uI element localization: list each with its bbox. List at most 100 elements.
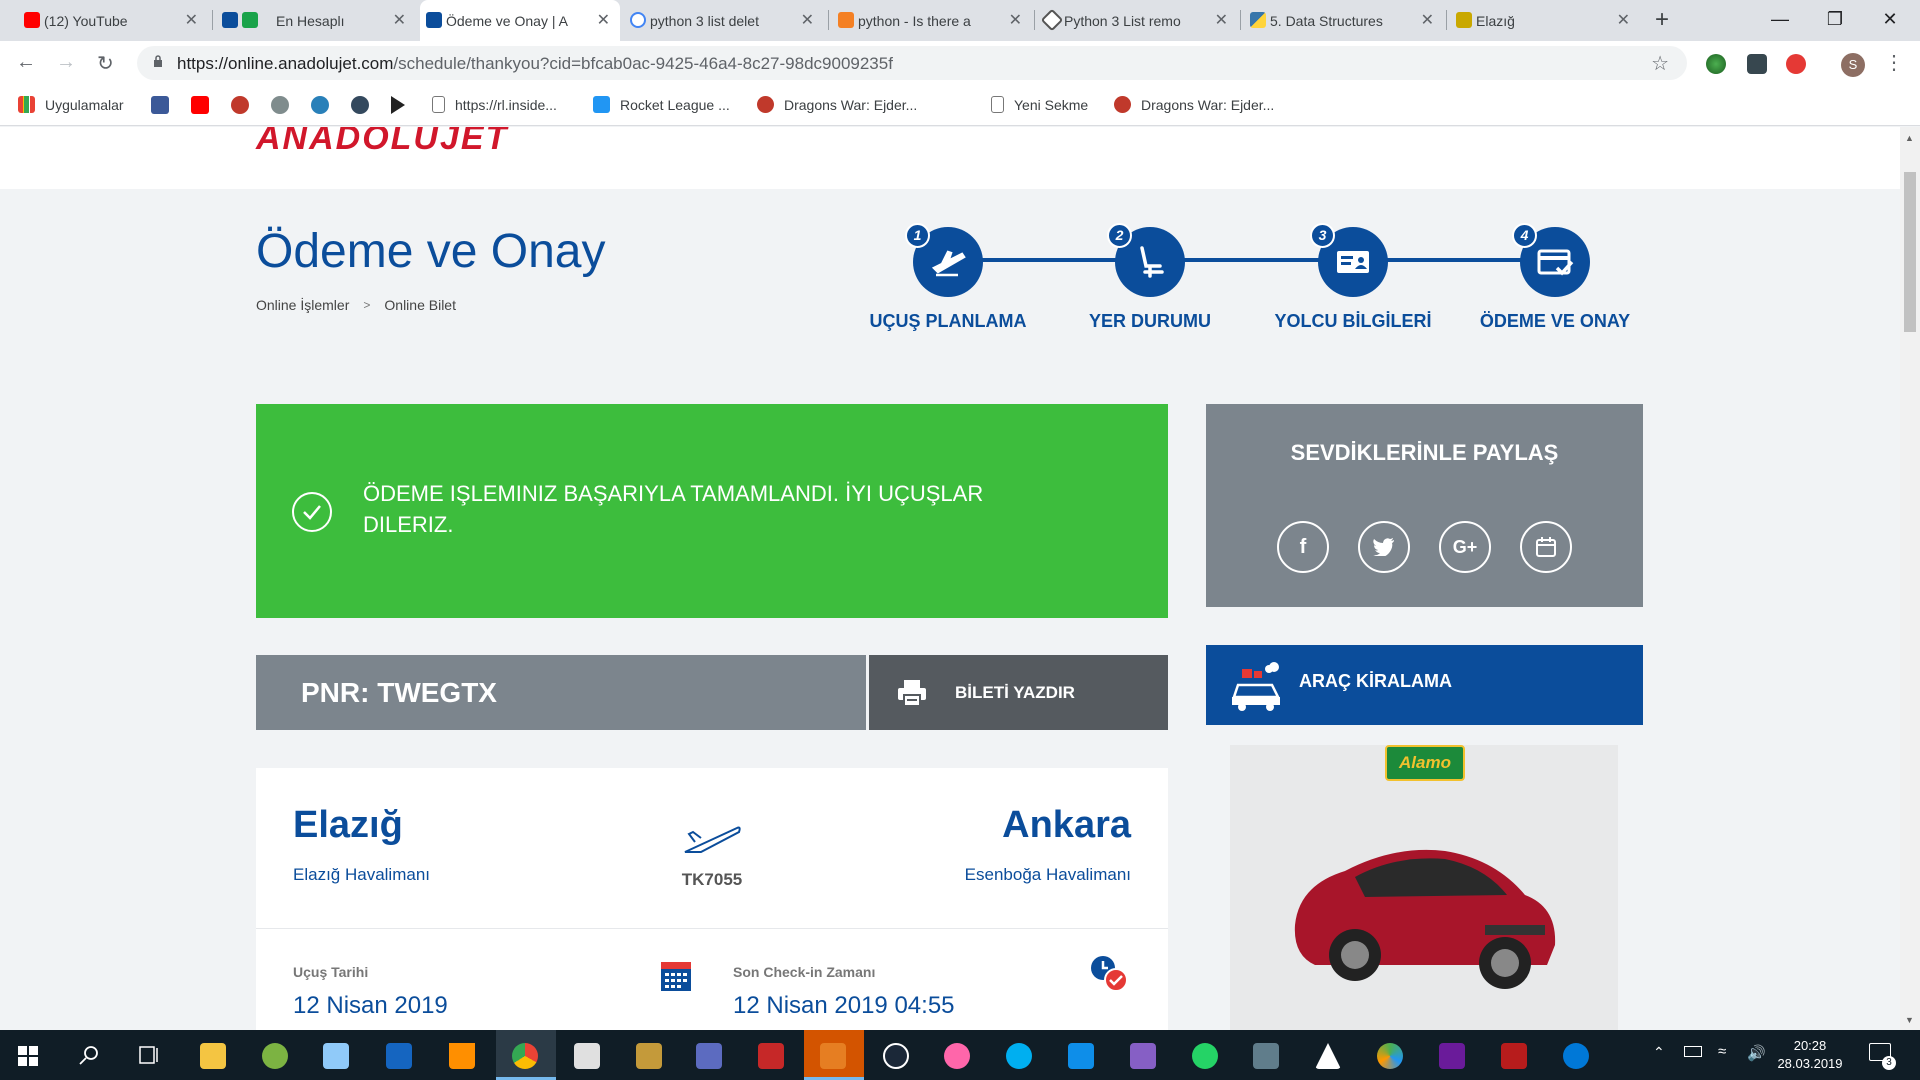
chrome-icon[interactable] (512, 1043, 538, 1069)
close-tab-icon[interactable]: ✕ (1617, 10, 1630, 30)
scroll-down-arrow-icon[interactable]: ▼ (1905, 1015, 1914, 1025)
flight-details-card: Elazığ Elazığ Havalimanı TK7055 Ankara E… (256, 768, 1168, 1030)
android-studio-icon[interactable] (262, 1043, 288, 1069)
facebook-bookmark-icon[interactable] (151, 96, 169, 114)
tab-en-hesapli[interactable]: En Hesaplı ✕ (216, 0, 416, 41)
share-title: SEVDİKLERİNLE PAYLAŞ (1290, 440, 1559, 465)
reload-button[interactable]: ↻ (97, 51, 114, 76)
task-view-icon[interactable] (139, 1046, 161, 1064)
tab-odeme-ve-onay[interactable]: Ödeme ve Onay | A ✕ (420, 0, 620, 41)
anadolujet-logo[interactable]: ANADOLUJET (256, 127, 508, 158)
menu-kebab-icon[interactable]: ⋮ (1884, 50, 1904, 75)
helmet-bookmark-icon[interactable] (351, 96, 369, 114)
new-tab-button[interactable]: + (1655, 6, 1669, 34)
youtube-bookmark-icon[interactable] (191, 96, 209, 114)
arrival-airport: Esenboğa Havalimanı (964, 865, 1131, 884)
edge-icon[interactable] (1563, 1043, 1589, 1069)
browser-globe-icon[interactable] (1377, 1043, 1403, 1069)
scroll-up-arrow-icon[interactable]: ▲ (1905, 133, 1914, 143)
minimize-button[interactable]: — (1750, 0, 1810, 41)
close-tab-icon[interactable]: ✕ (185, 10, 198, 30)
tab-google-search[interactable]: python 3 list delet ✕ (624, 0, 824, 41)
rocket-league-icon (593, 96, 610, 113)
step-ucus-planlama: 1 UÇUŞ PLANLAMA (838, 223, 1058, 332)
tab-stackoverflow[interactable]: python - Is there a ✕ (832, 0, 1032, 41)
address-bar[interactable]: https://online.anadolujet.com/schedule/t… (137, 46, 1687, 80)
visual-studio-icon[interactable] (1130, 1043, 1156, 1069)
flight-date-value: 12 Nisan 2019 (293, 992, 448, 1019)
bookmark-dragons-war-1[interactable]: Dragons War: Ejder... (757, 96, 917, 113)
vlc-icon[interactable] (449, 1043, 475, 1069)
car-rental-title: ARAÇ KİRALAMA (1299, 671, 1452, 691)
windows-start-icon[interactable] (18, 1046, 38, 1066)
page-title: Ödeme ve Onay (256, 225, 606, 278)
page-scrollbar[interactable]: ▲ ▼ (1900, 127, 1920, 1030)
tab-python-list-remove[interactable]: Python 3 List remo ✕ (1038, 0, 1238, 41)
steam-icon[interactable] (883, 1043, 909, 1069)
breadcrumb: Online İşlemler > Online Bilet (256, 297, 456, 313)
add-to-calendar-button[interactable] (1520, 521, 1572, 573)
settings-bookmark-icon[interactable] (271, 96, 289, 114)
unity-icon[interactable] (1315, 1043, 1341, 1069)
game-bookmark-icon[interactable] (231, 96, 249, 114)
adblock-icon[interactable] (1786, 54, 1806, 74)
tab-youtube[interactable]: (12) YouTube ✕ (18, 0, 208, 41)
volume-icon[interactable]: 🔊 (1747, 1044, 1766, 1080)
skype-icon[interactable] (1006, 1043, 1032, 1069)
car-rental-header[interactable]: ARAÇ KİRALAMA (1206, 645, 1643, 725)
forward-button[interactable]: → (56, 51, 76, 74)
whatsapp-icon[interactable] (1192, 1043, 1218, 1069)
play-bookmark-icon[interactable] (391, 96, 405, 114)
file-explorer-icon[interactable] (200, 1043, 226, 1069)
print-ticket-button[interactable]: BİLETİ YAZDIR (869, 655, 1168, 730)
battery-icon[interactable] (1684, 1046, 1702, 1057)
close-tab-icon[interactable]: ✕ (1009, 10, 1022, 30)
dev-cpp-icon[interactable] (386, 1043, 412, 1069)
profile-avatar[interactable]: S (1841, 53, 1865, 77)
close-tab-icon[interactable]: ✕ (1215, 10, 1228, 30)
breadcrumb-online-bilet[interactable]: Online Bilet (384, 297, 456, 313)
extension-globe-icon[interactable] (1706, 54, 1726, 74)
window-close-button[interactable]: ✕ (1860, 0, 1920, 41)
cube-app-icon[interactable] (323, 1043, 349, 1069)
close-tab-icon[interactable]: ✕ (597, 10, 610, 30)
scrollbar-thumb[interactable] (1904, 172, 1916, 332)
bookmark-star-icon[interactable]: ☆ (1651, 51, 1669, 76)
bookmark-apps[interactable]: Uygulamalar (18, 96, 124, 113)
bookmark-dragons-war-2[interactable]: Dragons War: Ejder... (1114, 96, 1274, 113)
close-tab-icon[interactable]: ✕ (801, 10, 814, 30)
tab-data-structures[interactable]: 5. Data Structures ✕ (1244, 0, 1444, 41)
back-button[interactable]: ← (16, 51, 36, 74)
close-tab-icon[interactable]: ✕ (393, 10, 406, 30)
game-9plus-icon[interactable] (820, 1043, 846, 1069)
search-icon[interactable] (79, 1045, 99, 1065)
google-icon (630, 12, 646, 28)
tools-icon[interactable] (1253, 1043, 1279, 1069)
twitter-share-button[interactable] (1358, 521, 1410, 573)
bookmark-rocket-league[interactable]: Rocket League ... (593, 96, 730, 113)
rocket-bookmark-icon[interactable] (311, 96, 329, 114)
extension-list-icon[interactable] (1747, 54, 1767, 74)
alamo-car-ad[interactable]: Alamo (1230, 745, 1618, 1030)
tab-elazig[interactable]: Elazığ ✕ (1450, 0, 1640, 41)
google-plus-share-button[interactable]: G+ (1439, 521, 1491, 573)
league-of-legends-icon[interactable] (636, 1043, 662, 1069)
anadolujet-favicon-icon (426, 12, 442, 28)
app-grid-icon[interactable] (696, 1043, 722, 1069)
system-clock[interactable]: 20:28 28.03.2019 (1770, 1037, 1850, 1073)
game-character-icon[interactable] (1501, 1043, 1527, 1069)
teamviewer-icon[interactable] (1068, 1043, 1094, 1069)
wifi-icon[interactable]: ≈ (1718, 1043, 1726, 1080)
osu-icon[interactable] (944, 1043, 970, 1069)
bookmark-rl-inside[interactable]: https://rl.inside... (432, 96, 557, 113)
facebook-share-button[interactable]: f (1277, 521, 1329, 573)
restore-button[interactable]: ❐ (1805, 0, 1865, 41)
close-tab-icon[interactable]: ✕ (1421, 10, 1434, 30)
access-icon[interactable] (758, 1043, 784, 1069)
phpstorm-icon[interactable] (1439, 1043, 1465, 1069)
bookmark-yeni-sekme[interactable]: Yeni Sekme (991, 96, 1088, 113)
google-plus-icon: G+ (1452, 536, 1478, 557)
breadcrumb-online-islemler[interactable]: Online İşlemler (256, 297, 349, 313)
python-idle-icon[interactable] (574, 1043, 600, 1069)
tray-expand-icon[interactable]: ⌃ (1653, 1044, 1665, 1080)
